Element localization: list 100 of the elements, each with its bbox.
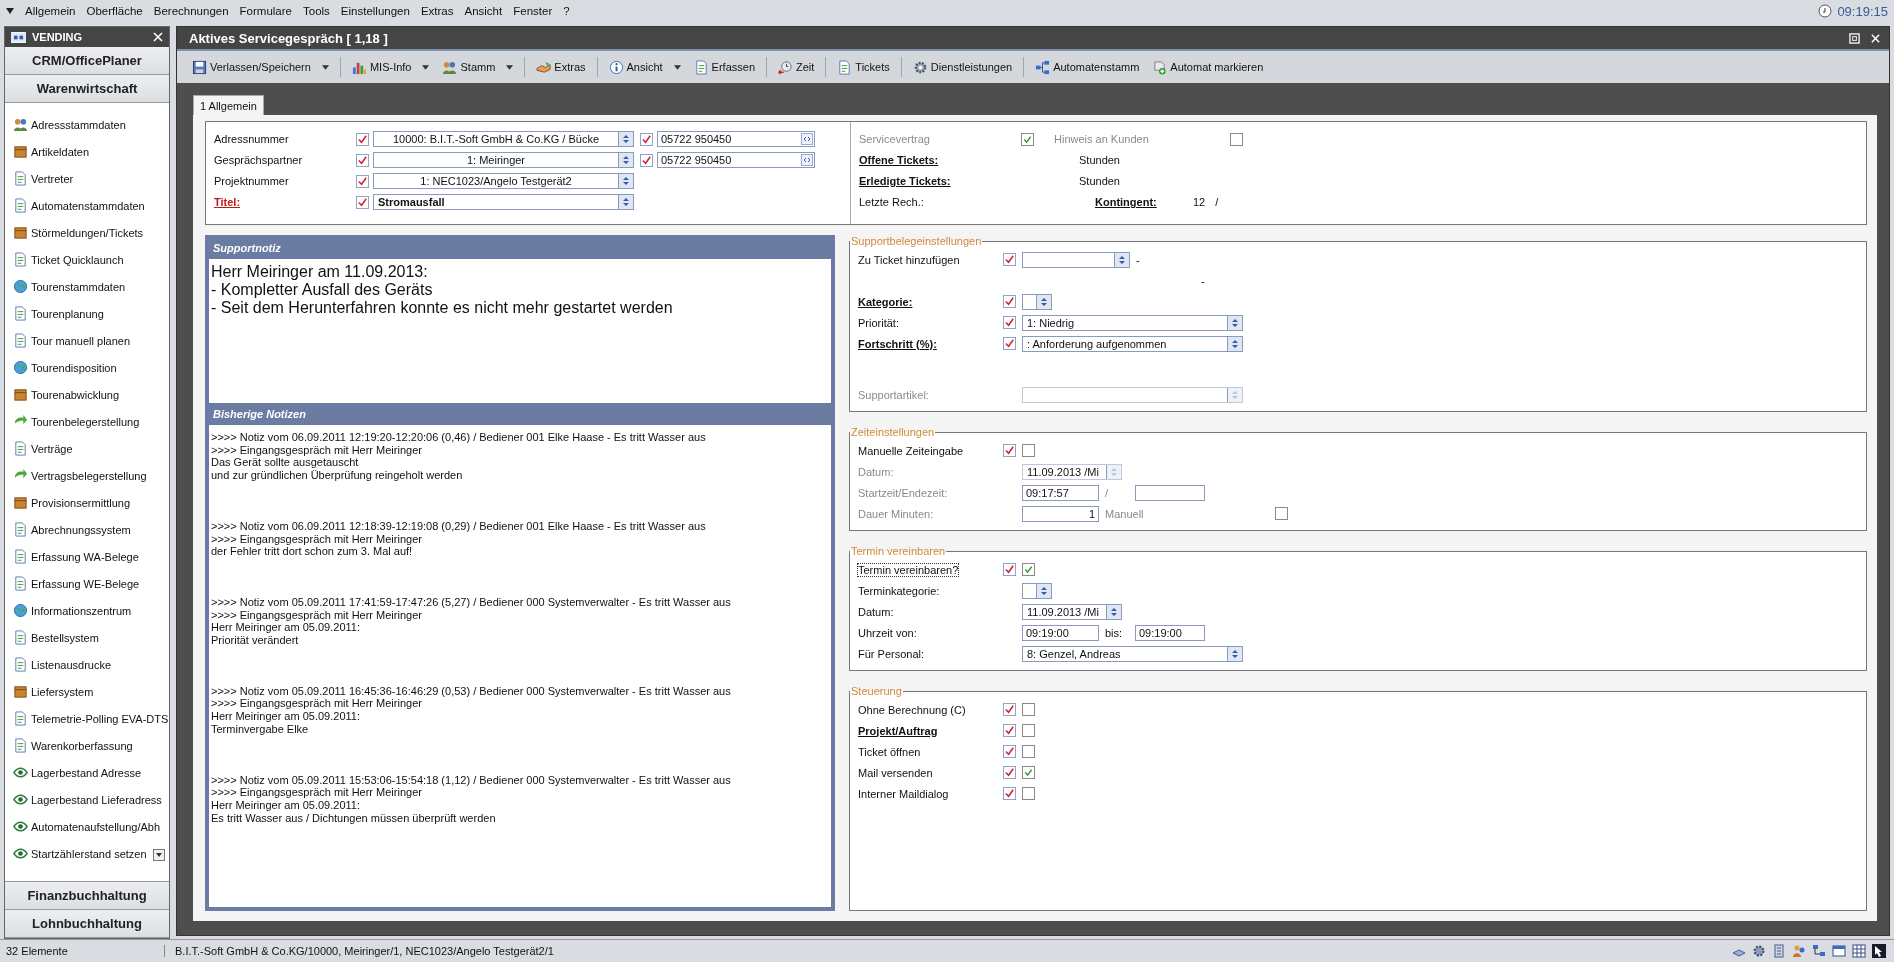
toolbar-button[interactable]: MIS-Info: [346, 57, 435, 77]
toolbar-button[interactable]: Stamm: [437, 57, 519, 77]
sidebar-item[interactable]: Bestellsystem: [5, 624, 169, 651]
sidebar-item[interactable]: Vertreter: [5, 165, 169, 192]
spinner-button[interactable]: [1227, 646, 1242, 661]
scroll-down-button[interactable]: [153, 849, 165, 861]
sidebar-item[interactable]: Provisionsermittlung: [5, 489, 169, 516]
menu-item[interactable]: Oberfläche: [86, 5, 143, 17]
tab[interactable]: 1 Allgemein: [193, 95, 264, 115]
combo-box[interactable]: 1: Niedrig: [1022, 314, 1243, 331]
section-button[interactable]: Warenwirtschaft: [5, 75, 169, 103]
sidebar-item[interactable]: Informationszentrum: [5, 597, 169, 624]
grid-icon[interactable]: [1852, 944, 1866, 958]
combo-box[interactable]: [1022, 582, 1052, 599]
section-button[interactable]: Lohnbuchhaltung: [5, 910, 169, 938]
sidebar-item[interactable]: Erfassung WA-Belege: [5, 543, 169, 570]
combo-box[interactable]: 11.09.2013 /Mi: [1022, 603, 1122, 620]
toolbar-button[interactable]: Zeit: [773, 57, 820, 77]
combo-box[interactable]: 10000: B.I.T.-Soft GmbH & Co.KG / Bücke: [373, 131, 634, 147]
sidebar-item[interactable]: Artikeldaten: [5, 138, 169, 165]
sidebar-item[interactable]: Lagerbestand Adresse: [5, 759, 169, 786]
menu-item[interactable]: Fenster: [513, 5, 553, 17]
cursor-icon[interactable]: [1872, 944, 1886, 958]
spinner-button[interactable]: [618, 174, 633, 188]
checkbox[interactable]: [1022, 444, 1035, 457]
spinner-button[interactable]: [1227, 336, 1242, 351]
notes-text-area[interactable]: [209, 425, 831, 907]
section-button[interactable]: Finanzbuchhaltung: [5, 882, 169, 910]
toolbar-button[interactable]: Ansicht: [603, 57, 686, 77]
menu-item[interactable]: ?: [563, 5, 570, 17]
toolbar-button[interactable]: Erfassen: [688, 57, 760, 77]
dropdown-arrow-icon[interactable]: [6, 8, 14, 14]
toolbar-button[interactable]: Automatenstamm: [1030, 57, 1145, 77]
spinner-button[interactable]: [618, 153, 633, 167]
close-icon[interactable]: [1870, 32, 1881, 44]
window-icon[interactable]: [1832, 944, 1846, 958]
people-icon[interactable]: [1792, 944, 1806, 958]
sidebar-item[interactable]: Abrechnungssystem: [5, 516, 169, 543]
combo-box[interactable]: : Anforderung aufgenommen: [1022, 335, 1243, 352]
checkbox[interactable]: [1022, 787, 1035, 800]
spinner-button[interactable]: [1114, 252, 1129, 267]
note-text-area[interactable]: Herr Meiringer am 11.09.2013: - Kompletter Ausfall des Geräts - Seit dem Herunterfahren konnte es nicht mehr gestartet werden: [209, 259, 831, 403]
time-field[interactable]: [1135, 484, 1205, 501]
menu-item[interactable]: Tools: [303, 5, 330, 17]
combo-box[interactable]: [1022, 293, 1052, 310]
sidebar-item[interactable]: Adressstammdaten: [5, 111, 169, 138]
sidebar-item[interactable]: Automatenaufstellung/Abh: [5, 813, 169, 840]
menu-item[interactable]: Allgemein: [25, 5, 76, 17]
toolbar-button[interactable]: Verlassen/Speichern: [187, 57, 334, 77]
toolbar-button[interactable]: Extras: [531, 57, 591, 77]
spinner-button[interactable]: [1106, 604, 1121, 619]
menu-item[interactable]: Berechnungen: [153, 5, 229, 17]
phone-field[interactable]: 05722 950450: [657, 131, 815, 147]
combo-box[interactable]: [1022, 251, 1130, 268]
section-button[interactable]: CRM/OfficePlaner: [5, 47, 169, 75]
sidebar-item[interactable]: Tourenbelegerstellung: [5, 408, 169, 435]
time-field[interactable]: 09:19:00: [1135, 624, 1205, 641]
checkbox[interactable]: [1022, 703, 1035, 716]
toolbar-button[interactable]: Dienstleistungen: [907, 57, 1018, 77]
sidebar-item[interactable]: Startzählerstand setzen: [5, 840, 169, 867]
restore-icon[interactable]: [1849, 32, 1860, 44]
checkbox[interactable]: [1021, 132, 1034, 146]
checkbox[interactable]: [1022, 766, 1035, 779]
checkbox[interactable]: [1230, 132, 1243, 146]
spinner-button[interactable]: [618, 195, 633, 209]
spinner-button[interactable]: [618, 132, 633, 146]
menu-item[interactable]: Einstellungen: [340, 5, 410, 17]
spinner-button[interactable]: [1227, 315, 1242, 330]
sidebar-item[interactable]: Warenkorberfassung: [5, 732, 169, 759]
combo-box[interactable]: Stromausfall: [373, 194, 634, 210]
sidebar-item[interactable]: Verträge: [5, 435, 169, 462]
sidebar-item[interactable]: Listenausdrucke: [5, 651, 169, 678]
spinner-button[interactable]: [1036, 583, 1051, 598]
dial-icon[interactable]: [801, 133, 813, 145]
sidebar-item[interactable]: Vertragsbelegerstellung: [5, 462, 169, 489]
network-icon[interactable]: [1812, 944, 1826, 958]
sidebar-item[interactable]: Lagerbestand Lieferadress: [5, 786, 169, 813]
sidebar-item[interactable]: Erfassung WE-Belege: [5, 570, 169, 597]
checkbox[interactable]: [1022, 724, 1035, 737]
sidebar-item[interactable]: Ticket Quicklaunch: [5, 246, 169, 273]
checkbox[interactable]: [1022, 563, 1035, 576]
sidebar-item[interactable]: Telemetrie-Polling EVA-DTS: [5, 705, 169, 732]
menu-item[interactable]: Extras: [420, 5, 454, 17]
sidebar-item[interactable]: Störmeldungen/Tickets: [5, 219, 169, 246]
sidebar-item[interactable]: Tour manuell planen: [5, 327, 169, 354]
close-icon[interactable]: [153, 32, 163, 42]
sidebar-item[interactable]: Tourendisposition: [5, 354, 169, 381]
gear-icon[interactable]: [1752, 944, 1766, 958]
combo-box[interactable]: 1: Meiringer: [373, 152, 634, 168]
sidebar-item[interactable]: Tourenabwicklung: [5, 381, 169, 408]
toolbar-button[interactable]: Tickets: [832, 57, 895, 77]
menu-item[interactable]: Formulare: [239, 5, 292, 17]
menu-item[interactable]: Ansicht: [464, 5, 503, 17]
sidebar-item[interactable]: Tourenstammdaten: [5, 273, 169, 300]
toolbar-button[interactable]: Automat markieren: [1147, 57, 1269, 77]
time-field[interactable]: 09:19:00: [1022, 624, 1099, 641]
sidebar-item[interactable]: Liefersystem: [5, 678, 169, 705]
combo-box[interactable]: 1: NEC1023/Angelo Testgerät2: [373, 173, 634, 189]
sidebar-item[interactable]: Automatenstammdaten: [5, 192, 169, 219]
combo-box[interactable]: 8: Genzel, Andreas: [1022, 645, 1243, 662]
